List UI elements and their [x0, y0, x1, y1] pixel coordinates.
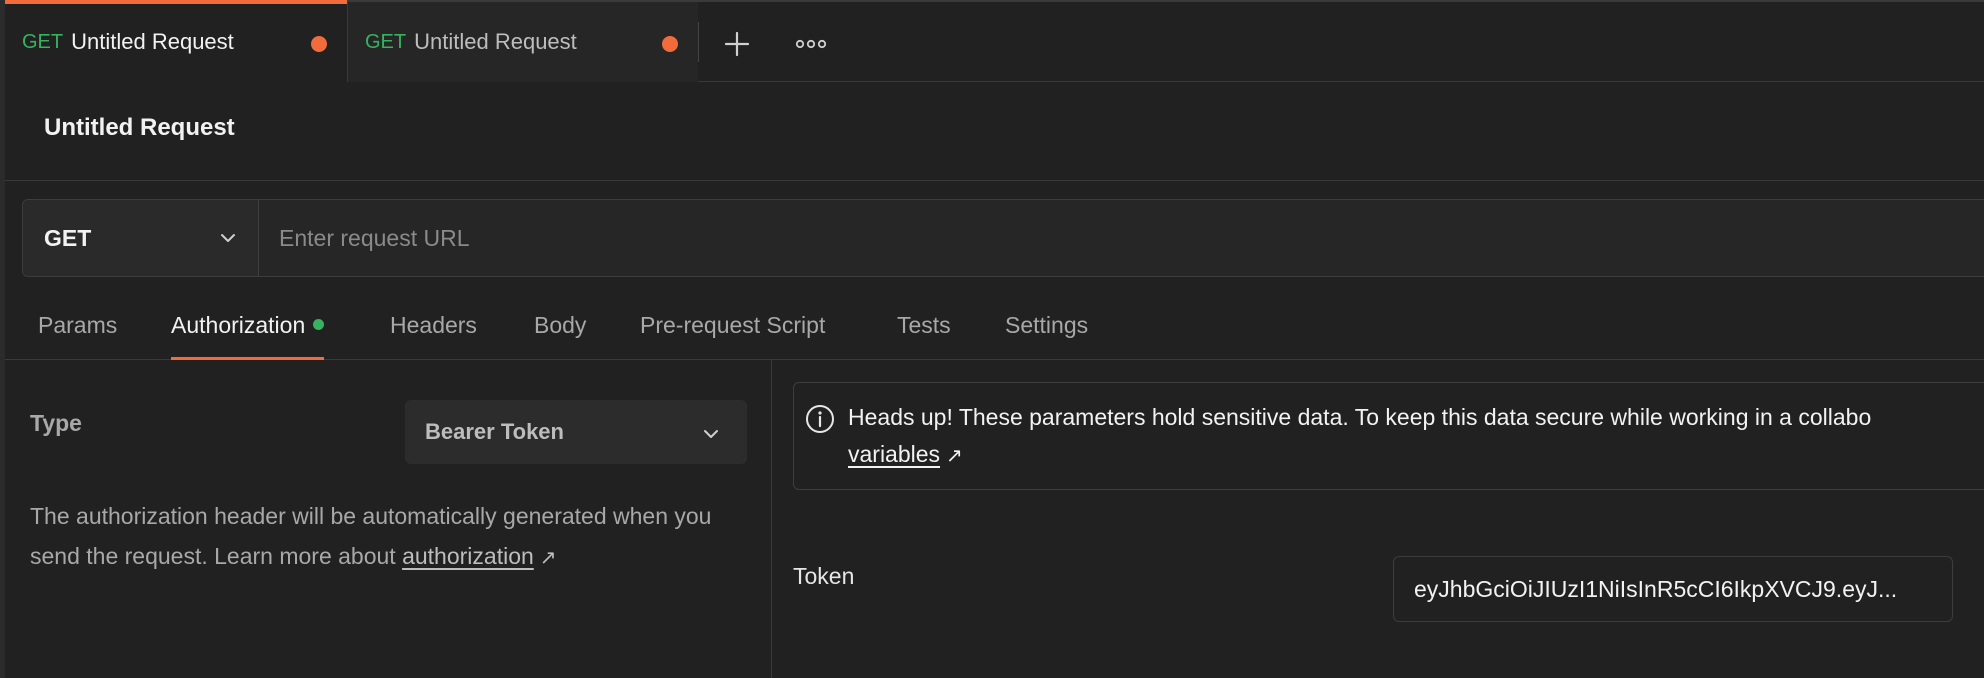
tab-body[interactable]: Body	[534, 312, 586, 360]
active-auth-indicator	[313, 319, 325, 331]
divider	[5, 180, 1984, 181]
tab-label: Headers	[390, 312, 477, 338]
request-tab-bar: GET Untitled Request GET Untitled Reques…	[5, 0, 1984, 82]
notice-message: Heads up! These parameters hold sensitiv…	[848, 404, 1872, 430]
unsaved-indicator	[311, 36, 327, 52]
app-window: GET Untitled Request GET Untitled Reques…	[5, 0, 1984, 678]
tab-name: Untitled Request	[71, 29, 234, 54]
tab-label: Params	[38, 312, 118, 338]
authorization-link[interactable]: authorization	[402, 543, 534, 569]
tab-method: GET	[22, 30, 64, 53]
token-label: Token	[793, 563, 855, 589]
method-select[interactable]: GET	[23, 200, 259, 276]
more-horizontal-icon[interactable]	[791, 24, 831, 64]
tab-label: Authorization	[171, 312, 306, 338]
auth-description: The authorization header will be automat…	[30, 496, 760, 578]
url-input[interactable]	[259, 200, 1984, 276]
chevron-down-icon	[701, 424, 721, 449]
auth-config-pane: Type Bearer Token The authorization head…	[5, 360, 772, 678]
arrow-up-right-icon: ↗	[539, 547, 557, 569]
tab-params[interactable]: Params	[38, 312, 117, 360]
sensitive-data-notice: Heads up! These parameters hold sensitiv…	[793, 382, 1984, 490]
tab-tests[interactable]: Tests	[897, 312, 951, 360]
tab-authorization[interactable]: Authorization	[171, 312, 325, 360]
tab-label: Settings	[1005, 312, 1089, 338]
variables-link[interactable]: variables	[848, 441, 940, 467]
plus-icon[interactable]	[717, 24, 757, 64]
tab-label: Pre-request Script	[640, 312, 826, 338]
tab-name: Untitled Request	[414, 29, 577, 54]
info-icon	[804, 403, 836, 435]
request-section-tabs: Params Authorization Headers Body Pre-re…	[5, 302, 1984, 360]
request-title[interactable]: Untitled Request	[44, 114, 235, 142]
auth-type-label: Type	[30, 410, 82, 436]
token-input[interactable]: eyJhbGciOiJIUzI1NiIsInR5cCI6IkpXVCJ9.eyJ…	[1393, 556, 1953, 622]
tab-label: Body	[534, 312, 587, 338]
request-tab-1[interactable]: GET Untitled Request	[5, 0, 348, 82]
arrow-up-right-icon: ↗	[946, 445, 963, 467]
chevron-down-icon	[218, 228, 238, 253]
notice-text: Heads up! These parameters hold sensitiv…	[848, 399, 1984, 475]
unsaved-indicator	[662, 36, 678, 52]
auth-type-select[interactable]: Bearer Token	[405, 400, 747, 464]
auth-type-value: Bearer Token	[425, 419, 564, 444]
method-value: GET	[44, 224, 92, 251]
request-tab-2[interactable]: GET Untitled Request	[348, 2, 698, 82]
tab-method: GET	[365, 30, 407, 53]
tab-settings[interactable]: Settings	[1005, 312, 1088, 360]
tab-headers[interactable]: Headers	[390, 312, 477, 360]
auth-values-pane: Heads up! These parameters hold sensitiv…	[772, 360, 1984, 678]
tab-separator	[698, 22, 699, 62]
url-bar: GET	[22, 199, 1984, 277]
auth-description-text: The authorization header will be automat…	[30, 503, 712, 569]
token-value: eyJhbGciOiJIUzI1NiIsInR5cCI6IkpXVCJ9.eyJ…	[1414, 575, 1898, 602]
tab-pre-request-script[interactable]: Pre-request Script	[640, 312, 825, 360]
tab-label: Tests	[897, 312, 951, 338]
